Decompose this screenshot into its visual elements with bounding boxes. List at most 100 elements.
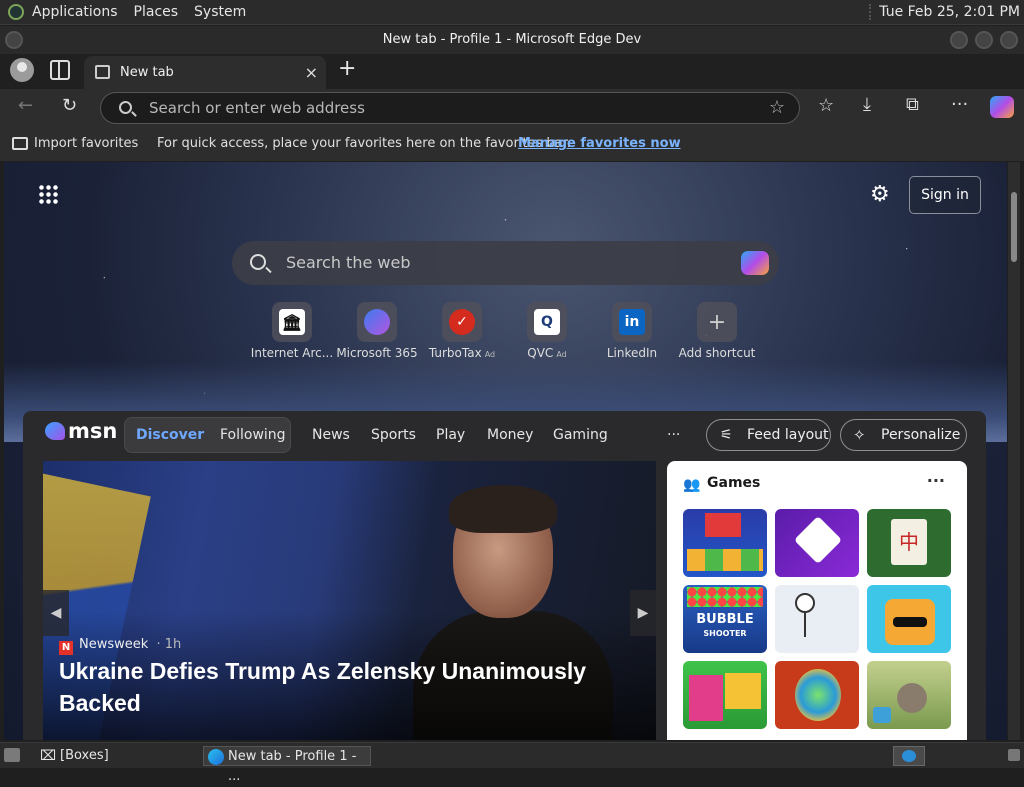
tab-new-tab[interactable]: New tab ×: [84, 56, 326, 89]
menu-places[interactable]: Places: [126, 4, 187, 20]
nav-gaming[interactable]: Gaming: [553, 417, 608, 453]
nav-sports[interactable]: Sports: [371, 417, 416, 453]
search-icon: [250, 254, 266, 270]
game-tile-block-puzzle[interactable]: [683, 661, 767, 729]
personalize-label: Personalize: [881, 427, 961, 443]
close-window-button[interactable]: [1000, 31, 1018, 49]
game-tile-bubble-shooter[interactable]: BUBBLE SHOOTER: [683, 585, 767, 653]
distro-logo-icon[interactable]: [8, 4, 24, 20]
address-placeholder: Search or enter web address: [149, 99, 365, 117]
source-name: Newsweek: [79, 637, 149, 652]
tab-actions-icon[interactable]: [50, 60, 70, 80]
trash-icon[interactable]: [1008, 749, 1020, 761]
personalize-button[interactable]: ✧ Personalize: [840, 419, 967, 451]
boxes-icon: ⌧: [40, 748, 57, 764]
games-more-icon[interactable]: ···: [927, 471, 945, 490]
hero-prev-arrow-icon[interactable]: ◀: [43, 590, 69, 636]
menu-applications[interactable]: Applications: [24, 4, 126, 20]
shortcut-linkedin[interactable]: in LinkedIn: [587, 302, 677, 360]
taskbar-label: New tab - Profile 1 - ...: [228, 749, 357, 784]
settings-gear-icon[interactable]: ⚙: [870, 182, 890, 207]
sparkle-icon: ✧: [853, 426, 866, 444]
taskbar-label: [Boxes]: [60, 748, 109, 763]
add-shortcut-button[interactable]: + Add shortcut: [672, 302, 762, 360]
shortcut-label: Internet Arc...: [250, 346, 334, 360]
games-title[interactable]: Games: [707, 475, 760, 491]
web-search-box[interactable]: Search the web: [232, 241, 779, 285]
sign-in-button[interactable]: Sign in: [909, 176, 981, 214]
taskbar: ⌧ [Boxes] New tab - Profile 1 - ...: [0, 742, 1024, 784]
extensions-icon[interactable]: ⧉: [906, 94, 919, 115]
game-tile-stickman[interactable]: [775, 585, 859, 653]
page-scrollbar[interactable]: [1008, 162, 1020, 740]
favorites-icon[interactable]: ☆: [818, 95, 834, 116]
maximize-button[interactable]: [975, 31, 993, 49]
m365-icon: [364, 309, 390, 335]
taskbar-item-boxes[interactable]: ⌧ [Boxes]: [36, 746, 196, 766]
museum-icon: 🏛: [279, 309, 305, 335]
hero-news-card[interactable]: ◀ ▶ N Newsweek · 1h Ukraine Defies Trump …: [43, 461, 656, 740]
back-icon[interactable]: ←: [18, 95, 33, 116]
import-favorites-button[interactable]: Import favorites: [34, 127, 138, 161]
search-icon: [119, 101, 132, 114]
nav-news[interactable]: News: [312, 417, 350, 453]
turbotax-icon: ✓: [449, 309, 475, 335]
shortcut-microsoft-365[interactable]: Microsoft 365: [332, 302, 422, 360]
taskbar-item-edge[interactable]: New tab - Profile 1 - ...: [203, 746, 371, 784]
plus-icon: +: [707, 309, 727, 335]
shortcut-qvc[interactable]: Q QVC Ad: [502, 302, 592, 360]
game-tile-arrow[interactable]: [775, 509, 859, 577]
copilot-search-icon[interactable]: [741, 251, 769, 275]
feed-layout-button[interactable]: ⚟ Feed layout: [706, 419, 831, 451]
feed-layout-label: Feed layout: [747, 427, 829, 443]
refresh-icon[interactable]: ↻: [62, 95, 77, 116]
article-age: · 1h: [156, 637, 182, 652]
favorites-bar-message: For quick access, place your favorites h…: [157, 136, 571, 151]
feed-mode-pill: Discover Following: [124, 417, 291, 453]
msn-logo[interactable]: msn: [45, 419, 117, 443]
manage-favorites-link[interactable]: Manage favorites now: [518, 127, 681, 161]
shortcut-label: Add shortcut: [678, 346, 756, 360]
hero-headline[interactable]: Ukraine Defies Trump As Zelensky Unanimo…: [59, 655, 639, 719]
tab-discover[interactable]: Discover: [136, 418, 204, 452]
game-tile-mahjong[interactable]: 中: [867, 509, 951, 577]
address-bar[interactable]: Search or enter web address ☆: [100, 92, 800, 124]
hero-next-arrow-icon[interactable]: ▶: [630, 590, 656, 636]
workspace-switcher[interactable]: [893, 746, 925, 766]
tab-following[interactable]: Following: [220, 418, 286, 452]
edge-icon: [208, 749, 224, 765]
sliders-icon: ⚟: [720, 427, 733, 443]
nav-play[interactable]: Play: [436, 417, 465, 453]
more-menu-icon[interactable]: ···: [951, 94, 968, 115]
new-tab-button[interactable]: +: [338, 56, 356, 81]
tab-strip: New tab × +: [0, 54, 1024, 89]
profile-avatar[interactable]: [10, 58, 34, 82]
shortcut-turbotax[interactable]: ✓ TurboTax Ad: [417, 302, 507, 360]
app-launcher-icon[interactable]: [38, 184, 58, 204]
nav-money[interactable]: Money: [487, 417, 533, 453]
web-search-placeholder: Search the web: [286, 253, 411, 272]
hero-source[interactable]: N Newsweek · 1h: [59, 637, 181, 655]
show-desktop-icon[interactable]: [4, 748, 20, 762]
close-tab-icon[interactable]: ×: [305, 56, 318, 89]
minimize-button[interactable]: [950, 31, 968, 49]
shortcut-label: TurboTax: [428, 346, 482, 360]
nav-more-icon[interactable]: ···: [667, 417, 680, 453]
downloads-icon[interactable]: ⤓: [863, 94, 871, 115]
game-tile-text: BUBBLE: [696, 612, 754, 627]
import-favorites-icon: [12, 137, 28, 150]
game-tile-rabbit[interactable]: [867, 661, 951, 729]
clock[interactable]: Tue Feb 25, 2:01 PM: [869, 4, 1024, 20]
game-tile-cube[interactable]: [867, 585, 951, 653]
menu-system[interactable]: System: [186, 4, 254, 20]
scrollbar-thumb[interactable]: [1011, 192, 1017, 262]
top-panel: Applications Places System Tue Feb 25, 2…: [0, 0, 1024, 25]
game-tile-blocks[interactable]: [683, 509, 767, 577]
copilot-icon[interactable]: [990, 96, 1014, 118]
shortcut-internet-archive[interactable]: 🏛 Internet Arc...: [247, 302, 337, 360]
add-favorite-icon[interactable]: ☆: [769, 93, 785, 123]
newsweek-logo-icon: N: [59, 641, 73, 655]
window-menu-button[interactable]: [5, 31, 23, 49]
window-titlebar[interactable]: New tab - Profile 1 - Microsoft Edge Dev: [0, 26, 1024, 54]
game-tile-jewels[interactable]: [775, 661, 859, 729]
